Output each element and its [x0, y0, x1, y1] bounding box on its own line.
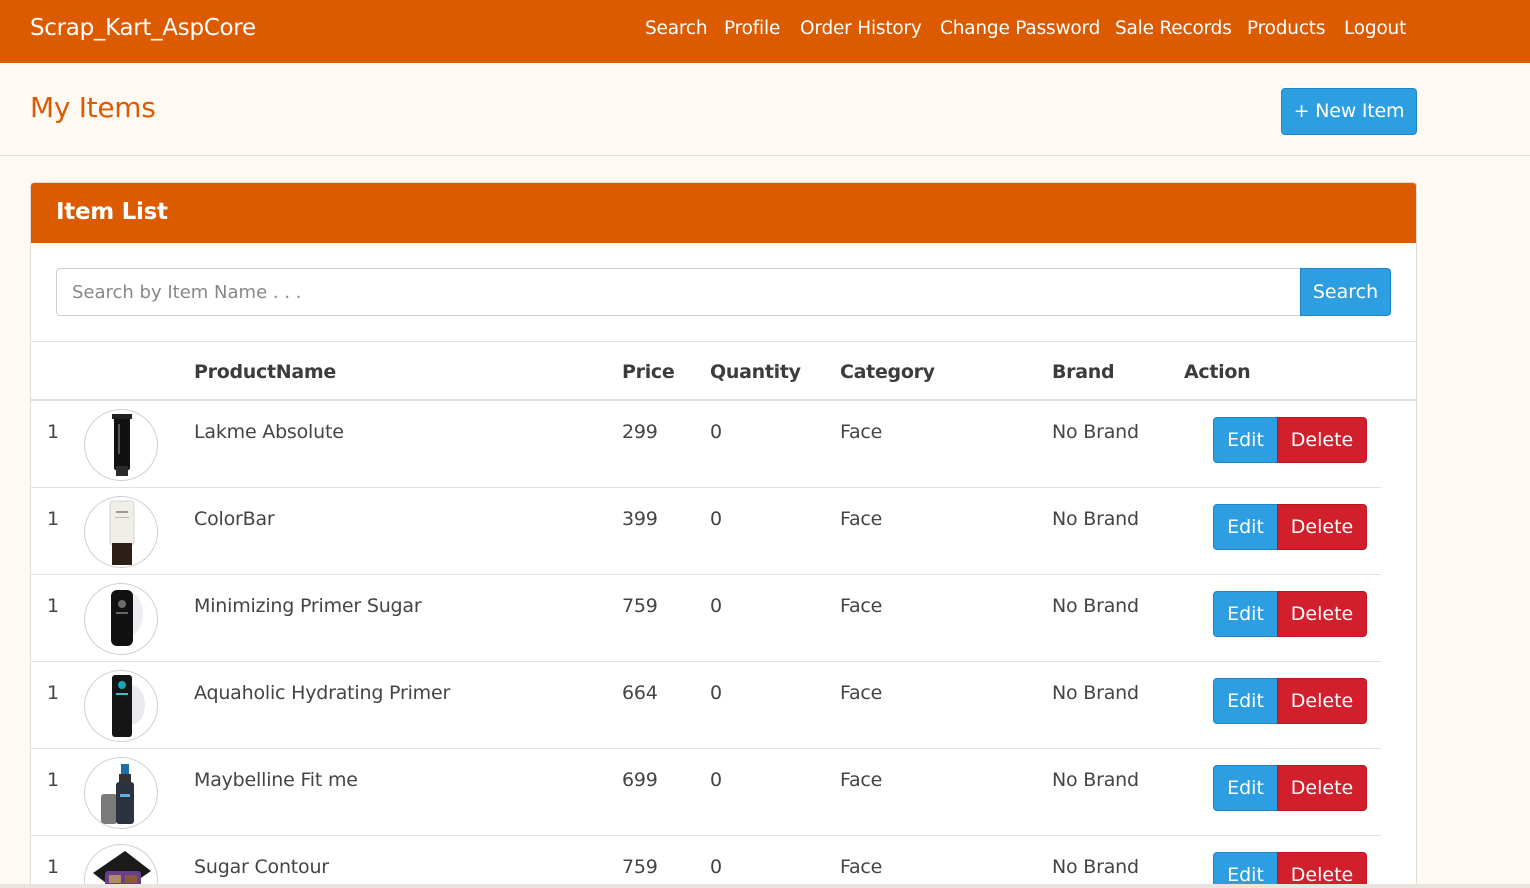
- panel-title: Item List: [56, 199, 168, 225]
- search-button[interactable]: Search: [1300, 268, 1391, 316]
- table-row: 1 ColorBar 399 0 Face No Brand Edit Dele…: [31, 488, 1381, 575]
- edit-button[interactable]: Edit: [1213, 765, 1278, 811]
- product-price: 664: [622, 682, 658, 704]
- edit-button[interactable]: Edit: [1213, 852, 1278, 888]
- nav-item-products[interactable]: Products: [1247, 18, 1325, 39]
- delete-button[interactable]: Delete: [1277, 504, 1367, 550]
- edit-button[interactable]: Edit: [1213, 591, 1278, 637]
- column-header-brand: Brand: [1052, 361, 1115, 383]
- product-brand: No Brand: [1052, 856, 1139, 878]
- product-category: Face: [840, 595, 883, 617]
- nav-item-change-password[interactable]: Change Password: [940, 18, 1100, 39]
- row-index: 1: [47, 856, 59, 878]
- white-tube-product-image: [84, 496, 158, 568]
- product-name: Lakme Absolute: [194, 421, 344, 443]
- delete-button[interactable]: Delete: [1277, 417, 1367, 463]
- nav-item-search[interactable]: Search: [645, 18, 708, 39]
- row-index: 1: [47, 682, 59, 704]
- row-index: 1: [47, 595, 59, 617]
- dark-tube-product-image: [84, 670, 158, 742]
- delete-button[interactable]: Delete: [1277, 591, 1367, 637]
- spray-bottle-product-image: [84, 757, 158, 829]
- table-row: 1 Sugar Contour 759 0 Face No Brand Edit…: [31, 836, 1381, 888]
- table-row: 1 Maybelline Fit me 699 0 Face No Brand …: [31, 749, 1381, 836]
- new-item-button[interactable]: + New Item: [1281, 88, 1417, 135]
- product-price: 699: [622, 769, 658, 791]
- product-name: Maybelline Fit me: [194, 769, 358, 791]
- product-category: Face: [840, 421, 883, 443]
- product-price: 759: [622, 856, 658, 878]
- panel-header: Item List: [31, 183, 1416, 243]
- product-quantity: 0: [710, 595, 722, 617]
- product-name: Sugar Contour: [194, 856, 329, 878]
- product-brand: No Brand: [1052, 508, 1139, 530]
- row-index: 1: [47, 508, 59, 530]
- product-quantity: 0: [710, 421, 722, 443]
- column-header-category: Category: [840, 361, 935, 383]
- product-name: ColorBar: [194, 508, 275, 530]
- delete-button[interactable]: Delete: [1277, 678, 1367, 724]
- delete-button[interactable]: Delete: [1277, 852, 1367, 888]
- product-category: Face: [840, 856, 883, 878]
- delete-button[interactable]: Delete: [1277, 765, 1367, 811]
- product-category: Face: [840, 508, 883, 530]
- product-category: Face: [840, 682, 883, 704]
- edit-button[interactable]: Edit: [1213, 678, 1278, 724]
- black-tube-product-image: [84, 409, 158, 481]
- product-category: Face: [840, 769, 883, 791]
- edit-button[interactable]: Edit: [1213, 417, 1278, 463]
- table-row: 1 Minimizing Primer Sugar 759 0 Face No …: [31, 575, 1381, 662]
- product-name: Aquaholic Hydrating Primer: [194, 682, 451, 704]
- page-title: My Items: [30, 91, 156, 124]
- table-row: 1 Aquaholic Hydrating Primer 664 0 Face …: [31, 662, 1381, 749]
- product-name: Minimizing Primer Sugar: [194, 595, 422, 617]
- column-header-price: Price: [622, 361, 675, 383]
- nav-item-sale-records[interactable]: Sale Records: [1115, 18, 1232, 39]
- contour-palette-product-image: [84, 844, 158, 888]
- table-header: ProductName Price Quantity Category Bran…: [31, 341, 1416, 401]
- window-bottom-edge: [0, 884, 1530, 888]
- product-price: 759: [622, 595, 658, 617]
- column-header-action: Action: [1184, 361, 1251, 383]
- search-input[interactable]: [56, 268, 1301, 316]
- page-header: My Items + New Item: [0, 63, 1530, 156]
- column-header-quantity: Quantity: [710, 361, 801, 383]
- top-navbar: Scrap_Kart_AspCore Search Profile Order …: [0, 0, 1530, 63]
- brand-link[interactable]: Scrap_Kart_AspCore: [30, 15, 256, 41]
- product-quantity: 0: [710, 856, 722, 878]
- nav-item-logout[interactable]: Logout: [1344, 18, 1406, 39]
- column-header-productname: ProductName: [194, 361, 336, 383]
- nav-item-order-history[interactable]: Order History: [800, 18, 922, 39]
- row-index: 1: [47, 421, 59, 443]
- product-quantity: 0: [710, 682, 722, 704]
- product-brand: No Brand: [1052, 682, 1139, 704]
- table-row: 1 Lakme Absolute 299 0 Face No Brand Edi…: [31, 401, 1381, 488]
- nav-item-profile[interactable]: Profile: [724, 18, 780, 39]
- product-quantity: 0: [710, 508, 722, 530]
- edit-button[interactable]: Edit: [1213, 504, 1278, 550]
- row-index: 1: [47, 769, 59, 791]
- product-price: 299: [622, 421, 658, 443]
- product-brand: No Brand: [1052, 421, 1139, 443]
- item-list-panel: Item List Search ProductName Price Quant…: [30, 182, 1417, 888]
- black-pump-bottle-product-image: [84, 583, 158, 655]
- product-price: 399: [622, 508, 658, 530]
- product-brand: No Brand: [1052, 769, 1139, 791]
- product-quantity: 0: [710, 769, 722, 791]
- product-brand: No Brand: [1052, 595, 1139, 617]
